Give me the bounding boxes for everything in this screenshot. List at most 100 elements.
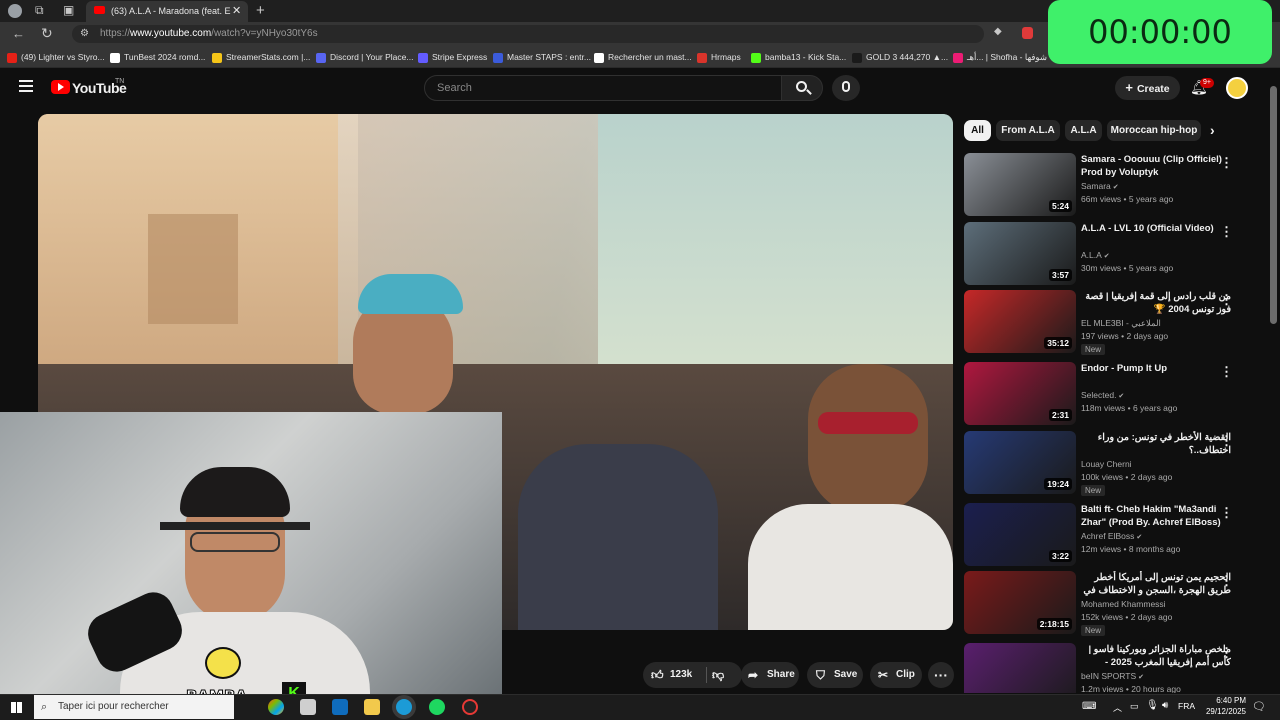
dislike-icon[interactable]: 👎︎ [712,662,724,688]
clip-button[interactable]: ✂ Clip [870,662,922,688]
file-explorer-icon[interactable] [364,699,380,715]
like-icon[interactable]: 👍︎ [651,662,664,688]
bookmark-item[interactable]: Discord | Your Place... [316,46,413,68]
bookmark-item[interactable]: Stripe Express [418,46,487,68]
more-options-icon[interactable]: ⋮ [1220,573,1233,589]
keyboard-icon[interactable]: ⌨ [1082,701,1096,712]
more-options-icon[interactable]: ⋮ [1220,433,1233,449]
recommendation-item[interactable]: 35:12 من قلب رادس إلى قمة إفريقيا | قصة ف… [964,290,1264,356]
volume-icon[interactable]: 🔊︎ [1162,700,1168,711]
edge-icon[interactable] [396,699,412,715]
video-title[interactable]: Samara - Ooouuu (Clip Officiel) Prod by … [1081,153,1231,179]
more-options-icon[interactable]: ⋮ [1220,155,1233,171]
bookmark-item[interactable]: bamba13 - Kick Sta... [751,46,846,68]
video-thumbnail[interactable]: 35:12 [964,290,1076,353]
video-title[interactable]: الحجيم يمن تونس إلى أمريكا أخطر طريق اله… [1081,571,1231,597]
recommendation-item[interactable]: 2:31 Endor - Pump It Up Selected. ✔ 118m vi… [964,362,1264,428]
channel-name[interactable]: Selected. ✔ [1081,390,1124,400]
tab-close-icon[interactable]: ✕ [232,4,241,17]
page-scrollbar-thumb[interactable] [1270,86,1277,324]
video-title[interactable]: ملخص مباراة الجزائر وبوركينا فاسو | كأس … [1081,643,1231,669]
channel-name[interactable]: Louay Cherni [1081,459,1132,469]
recommendation-item[interactable]: 5:24 Samara - Ooouuu (Clip Officiel) Prod… [964,153,1264,219]
channel-name[interactable]: beIN SPORTS ✔ [1081,671,1144,681]
video-thumbnail[interactable]: 3:57 [964,222,1076,285]
voice-search-button[interactable] [832,75,860,101]
more-actions-button[interactable]: ··· [928,662,954,688]
tab-search-icon[interactable]: ▣ [63,4,74,16]
search-button[interactable] [781,75,823,101]
channel-name[interactable]: Achref ElBoss ✔ [1081,531,1142,541]
taskbar-search-input[interactable]: ⌕ Taper ici pour rechercher [34,695,234,719]
recommendation-item[interactable]: 3:22 Balti ft- Cheb Hakim "Ma3andi Zhar" … [964,503,1264,569]
bookmark-item[interactable]: Hrmaps [697,46,741,68]
outlook-icon[interactable] [332,699,348,715]
workspaces-icon[interactable]: ⧉ [35,4,44,16]
bookmark-item[interactable]: GOLD 3 444,270 ▲... [852,46,948,68]
recommendation-item[interactable]: ملخص مباراة الجزائر وبوركينا فاسو | كأس … [964,643,1264,693]
video-thumbnail[interactable]: 5:24 [964,153,1076,216]
tray-expand-icon[interactable]: ︿ [1113,701,1122,714]
channel-name[interactable]: Samara ✔ [1081,181,1119,191]
more-options-icon[interactable]: ⋮ [1220,364,1233,380]
youtube-logo-icon[interactable] [51,80,70,94]
chips-next-icon[interactable]: › [1210,122,1215,138]
like-count[interactable]: 123k [670,662,692,688]
recommendation-item[interactable]: 2:18:15 الحجيم يمن تونس إلى أمريكا أخطر ط… [964,571,1264,637]
video-thumbnail[interactable]: 19:24 [964,431,1076,494]
video-title[interactable]: القضية الأخطر في تونس: من وراء اختطاف..؟ [1081,431,1231,457]
create-button[interactable]: + Create [1115,76,1180,100]
channel-name[interactable]: EL MLE3BI - الملاعبي [1081,318,1161,329]
more-options-icon[interactable]: ⋮ [1220,224,1233,240]
address-bar[interactable]: ⚙ https://www.youtube.com/watch?v=yNHyo3… [72,25,984,43]
bookmark-item[interactable]: Rechercher un mast... [594,46,692,68]
site-info-icon[interactable]: ⚙ [80,28,89,39]
bookmark-item[interactable]: Master STAPS : entr... [493,46,591,68]
video-title[interactable]: من قلب رادس إلى قمة إفريقيا | قصة فوز تو… [1081,290,1231,316]
video-thumbnail[interactable] [964,643,1076,693]
chip-all[interactable]: All [964,120,991,141]
back-icon[interactable]: ← [12,27,25,40]
microphone-tray-icon[interactable]: 🎙︎ [1146,700,1159,711]
menu-icon[interactable] [19,80,33,92]
browser-tab-active[interactable]: (63) A.L.A - Maradona (feat. El C... ✕ [86,1,248,22]
taskbar-clock[interactable]: 6:40 PM 29/12/2025 [1198,695,1246,717]
video-thumbnail[interactable]: 3:22 [964,503,1076,566]
network-icon[interactable]: ▭ [1130,701,1139,712]
chip-from-ala[interactable]: From A.L.A [996,120,1060,141]
video-thumbnail[interactable]: 2:18:15 [964,571,1076,634]
spotify-icon[interactable] [429,699,445,715]
extension-diamond-icon[interactable]: ◆ [994,27,1002,37]
more-options-icon[interactable]: ⋮ [1220,505,1233,521]
bookmark-item[interactable]: TunBest 2024 romd... [110,46,205,68]
video-title[interactable]: Endor - Pump It Up [1081,362,1231,375]
profile-icon[interactable] [8,4,22,18]
video-title[interactable]: A.L.A - LVL 10 (Official Video) [1081,222,1231,235]
share-button[interactable]: ➦ Share [741,662,799,688]
channel-name[interactable]: Mohamed Khammessi [1081,599,1166,609]
save-button[interactable]: ⛉ Save [807,662,863,688]
language-indicator[interactable]: FRA [1178,701,1195,711]
windows-start-icon[interactable] [11,702,22,713]
bookmark-item[interactable]: أهـ... | Shofha - شوفها [953,46,1047,68]
extension-shield-icon[interactable] [1022,27,1033,39]
reload-icon[interactable]: ↻ [41,26,53,40]
taskview-icon[interactable] [300,699,316,715]
recommendation-item[interactable]: 19:24 القضية الأخطر في تونس: من وراء اختط… [964,431,1264,497]
bookmark-item[interactable]: (49) Lighter vs Styro... [7,46,105,68]
obs-icon[interactable] [462,699,478,715]
new-tab-icon[interactable]: + [256,3,265,18]
chip-moroccan-hip-hop[interactable]: Moroccan hip-hop [1107,120,1201,141]
bookmark-item[interactable]: StreamerStats.com |... [212,46,310,68]
notification-center-icon[interactable]: 🗨︎ [1252,700,1266,713]
video-thumbnail[interactable]: 2:31 [964,362,1076,425]
chip-ala[interactable]: A.L.A [1065,120,1102,141]
search-input[interactable]: Search [424,75,782,101]
more-options-icon[interactable]: ⋮ [1220,292,1233,308]
channel-name[interactable]: A.L.A ✔ [1081,250,1110,260]
copilot-icon[interactable] [268,699,284,715]
recommendation-item[interactable]: 3:57 A.L.A - LVL 10 (Official Video) A.L.A… [964,222,1264,288]
more-options-icon[interactable]: ⋮ [1220,645,1233,661]
video-title[interactable]: Balti ft- Cheb Hakim "Ma3andi Zhar" (Pro… [1081,503,1231,529]
avatar[interactable] [1226,77,1248,99]
